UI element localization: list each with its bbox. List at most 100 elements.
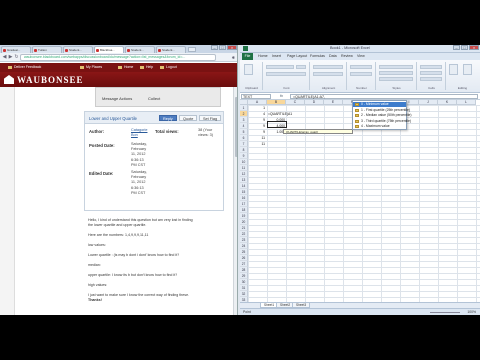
- page-scrollbar[interactable]: [233, 87, 237, 315]
- column-header[interactable]: D: [305, 100, 324, 105]
- wrap-merge-buttons[interactable]: [313, 72, 343, 76]
- favicon-icon: [34, 49, 37, 52]
- author-value[interactable]: Catagorie Bon: [131, 128, 149, 138]
- close-icon[interactable]: ×: [227, 45, 237, 50]
- ribbon-group-number: Number: [348, 62, 376, 90]
- browser-tab[interactable]: Student...: [156, 46, 186, 53]
- option-icon: [355, 103, 359, 106]
- new-tab-button[interactable]: [188, 47, 196, 52]
- back-icon[interactable]: ◀: [2, 55, 7, 60]
- post-line: Here are the numbers: 1,4,9,9,9,11,11: [88, 233, 149, 237]
- paste-icon[interactable]: [244, 64, 253, 75]
- autocomplete-item[interactable]: 1 - First quartile (25th percentile): [353, 108, 410, 113]
- option-icon: [355, 108, 359, 112]
- column-header[interactable]: E: [324, 100, 343, 105]
- formula-input[interactable]: =QUARTILE(A1:A7,: [290, 94, 478, 99]
- message-actions-button[interactable]: Message Actions: [102, 95, 132, 102]
- logout-icon: [160, 65, 164, 69]
- thread-title[interactable]: Lower and Upper Quartile: [89, 116, 137, 121]
- cell-styles-button[interactable]: [379, 77, 413, 81]
- column-header[interactable]: K: [438, 100, 457, 105]
- minimize-icon[interactable]: –: [453, 45, 460, 50]
- minimize-icon[interactable]: –: [211, 45, 218, 50]
- favicon-icon: [96, 49, 99, 52]
- autocomplete-item[interactable]: 2 - Median value (50th percentile): [353, 113, 412, 118]
- font-name-select[interactable]: [266, 65, 294, 69]
- ribbon-tab-page-layout[interactable]: Page Layout: [287, 54, 307, 58]
- name-box[interactable]: TEXT: [241, 94, 271, 99]
- edited-date-label: Edited Date:: [89, 171, 114, 176]
- zoom-slider[interactable]: [430, 312, 460, 313]
- favicon-icon: [65, 49, 68, 52]
- format-cells-button[interactable]: [420, 77, 442, 81]
- lms-nav-item[interactable]: Logout: [160, 65, 177, 69]
- cell-a[interactable]: 11: [248, 141, 265, 147]
- close-icon[interactable]: ×: [469, 45, 479, 50]
- posted-date-label: Posted Date:: [89, 143, 115, 148]
- align-buttons[interactable]: [313, 65, 343, 69]
- insert-function-icon[interactable]: fx: [280, 94, 283, 98]
- ribbon-group-clipboard: Clipboard: [241, 62, 263, 90]
- zoom-level[interactable]: 100%: [467, 310, 476, 314]
- lms-nav-item[interactable]: Home: [118, 65, 133, 69]
- format-as-table-button[interactable]: [379, 71, 413, 75]
- desktop: Graduat... Tuition Student... Blackboa..…: [0, 45, 480, 315]
- lms-top-nav: Deliver Feedback My Places Home Help Log…: [0, 63, 237, 72]
- post-line: the lower quartile and upper quartile.: [88, 223, 147, 227]
- forward-icon[interactable]: ▶: [8, 55, 13, 60]
- browser-tab-active[interactable]: Blackboa...: [94, 46, 124, 53]
- autocomplete-item[interactable]: 0 - Minimum value: [353, 102, 406, 107]
- browser-tab[interactable]: Graduat...: [1, 46, 31, 53]
- reply-button[interactable]: Reply: [159, 115, 177, 121]
- page-content: Message Actions Collect Lower and Upper …: [0, 87, 237, 315]
- wrench-icon[interactable]: ✱: [232, 55, 235, 60]
- autocomplete-item[interactable]: 4 - Maximum value: [353, 124, 406, 129]
- column-header[interactable]: J: [419, 100, 438, 105]
- ribbon-tab-review[interactable]: Review: [341, 54, 353, 58]
- active-cell[interactable]: [267, 121, 287, 128]
- worksheet-grid[interactable]: ABCDEFGHIJKL 123456789101112131415161718…: [240, 100, 480, 303]
- ribbon-tab-insert[interactable]: Insert: [272, 54, 281, 58]
- ribbon-tab-data[interactable]: Data: [329, 54, 337, 58]
- ribbon-group-alignment: Alignment: [311, 62, 347, 90]
- collect-button[interactable]: Collect: [148, 95, 160, 102]
- sort-filter-icon[interactable]: [463, 64, 472, 75]
- column-header[interactable]: B: [267, 100, 286, 105]
- sum-icon[interactable]: [449, 64, 458, 75]
- reload-icon[interactable]: ↻: [14, 55, 19, 60]
- browser-tab[interactable]: Student...: [63, 46, 93, 53]
- column-header[interactable]: L: [457, 100, 476, 105]
- column-header[interactable]: C: [286, 100, 305, 105]
- lms-nav-item[interactable]: Deliver Feedback: [8, 65, 41, 69]
- set-flag-button[interactable]: Set Flag: [199, 115, 222, 121]
- browser-tab[interactable]: Student...: [125, 46, 155, 53]
- ribbon-group-styles: Styles: [377, 62, 417, 90]
- number-buttons[interactable]: [350, 72, 372, 76]
- browser-tab[interactable]: Tuition: [32, 46, 62, 53]
- ribbon-tab-view[interactable]: View: [357, 54, 365, 58]
- excel-app-icon[interactable]: [243, 46, 248, 51]
- maximize-icon[interactable]: □: [461, 45, 468, 50]
- font-size-select[interactable]: [296, 65, 306, 69]
- formula-bar: TEXT fx =QUARTILE(A1:A7,: [240, 93, 480, 100]
- ribbon-tab-formulas[interactable]: Formulas: [310, 54, 325, 58]
- address-bar[interactable]: waubonsee.blackboard.com/webapps/discuss…: [20, 54, 216, 61]
- insert-cells-button[interactable]: [420, 65, 442, 69]
- font-format-buttons[interactable]: [266, 72, 306, 76]
- ribbon-group-font: Font: [264, 62, 310, 90]
- number-format-select[interactable]: [350, 65, 372, 69]
- window-controls: – □ ×: [211, 45, 237, 51]
- lms-nav-item[interactable]: My Places: [80, 65, 102, 69]
- ribbon-tab-home[interactable]: Home: [258, 54, 268, 58]
- autocomplete-item[interactable]: 3 - Third quartile (75th percentile): [353, 119, 411, 124]
- quote-button[interactable]: Quote: [179, 115, 198, 121]
- file-tab[interactable]: File: [242, 53, 253, 60]
- conditional-formatting-button[interactable]: [379, 65, 413, 69]
- maximize-icon[interactable]: □: [219, 45, 226, 50]
- option-icon: [355, 125, 359, 128]
- lms-nav-item[interactable]: Help: [140, 65, 153, 69]
- scrollbar-thumb[interactable]: [235, 97, 237, 157]
- delete-cells-button[interactable]: [420, 71, 442, 75]
- post-line: I just want to make sure I know the corr…: [88, 293, 190, 297]
- places-icon: [80, 65, 84, 69]
